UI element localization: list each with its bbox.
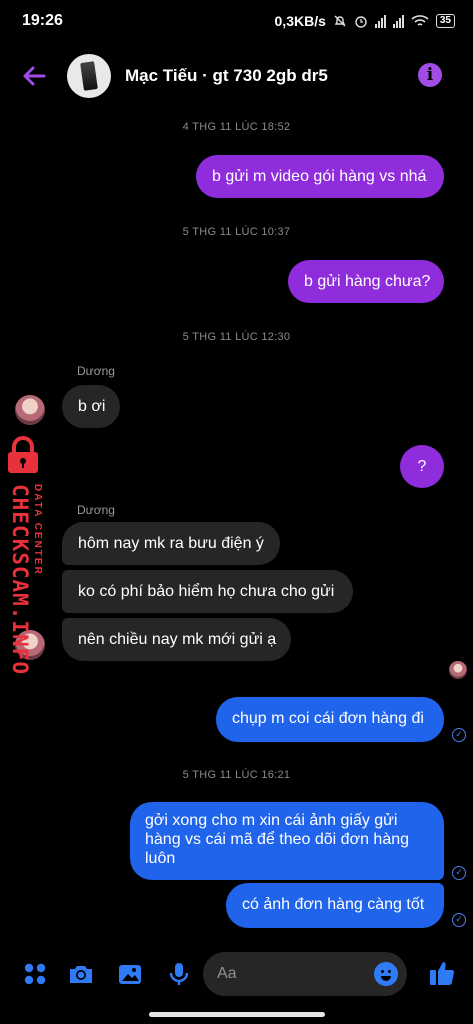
message-line: luôn <box>145 850 176 867</box>
incoming-message[interactable]: b ơi <box>62 385 120 428</box>
image-icon[interactable] <box>116 960 144 988</box>
sender-name: Dương <box>77 364 115 378</box>
timestamp: 5 THG 11 LÚC 12:30 <box>182 331 291 343</box>
timestamp: 5 THG 11 LÚC 10:37 <box>182 226 291 238</box>
contact-avatar[interactable] <box>67 54 111 98</box>
like-thumb-icon[interactable] <box>427 958 457 988</box>
message-input-placeholder: Aa <box>217 965 237 982</box>
watermark: CHECKSCAM.INFO DATA CENTER <box>2 436 52 675</box>
composer-bar: Aa <box>0 950 473 998</box>
timestamp: 4 THG 11 LÚC 18:52 <box>182 121 291 133</box>
watermark-sub: DATA CENTER <box>32 484 43 576</box>
outgoing-message[interactable]: b gửi hàng chưa? <box>288 260 444 303</box>
conversation-title[interactable]: Mạc Tiếu · gt 730 2gb dr5 <box>125 66 328 86</box>
timestamp: 5 THG 11 LÚC 16:21 <box>182 769 291 781</box>
outgoing-message[interactable]: chụp m coi cái đơn hàng đi <box>216 697 444 742</box>
seen-check-icon: ✓ <box>452 866 466 880</box>
outgoing-message[interactable]: b gửi m video gói hàng vs nhá <box>196 155 444 198</box>
network-speed: 0,3KB/s <box>274 13 326 29</box>
alarm-icon <box>355 16 367 28</box>
message-input[interactable]: Aa <box>203 952 407 996</box>
outgoing-message[interactable]: gởi xong cho m xin cái ảnh giấy gửi hàng… <box>130 802 444 880</box>
microphone-icon[interactable] <box>165 960 193 988</box>
incoming-message[interactable]: ko có phí bảo hiểm họ chưa cho gửi <box>62 570 353 613</box>
sender-name: Dương <box>77 503 115 517</box>
watermark-main: CHECKSCAM.INFO <box>8 484 32 676</box>
outgoing-message[interactable]: ? <box>400 445 444 488</box>
battery-icon: 35 <box>435 14 455 28</box>
message-line: hàng vs cái mã để theo dõi đơn hàng <box>145 831 410 848</box>
emoji-icon[interactable] <box>374 962 398 986</box>
seen-check-icon: ✓ <box>452 728 466 742</box>
menu-dots-icon[interactable] <box>21 960 49 988</box>
wifi-icon <box>411 15 429 26</box>
lock-icon <box>8 436 38 473</box>
incoming-message[interactable]: hôm nay mk ra bưu điện ý <box>62 522 280 565</box>
info-icon[interactable]: i <box>418 63 442 87</box>
message-line: gởi xong cho m xin cái ảnh giấy gửi <box>145 812 398 829</box>
mute-bell-icon <box>334 15 346 27</box>
signal-icon-2 <box>392 14 404 28</box>
conversation-header: Mạc Tiếu · gt 730 2gb dr5 i <box>0 48 473 104</box>
outgoing-message[interactable]: có ảnh đơn hàng càng tốt <box>226 883 444 928</box>
status-indicators: 0,3KB/s 35 <box>275 13 455 29</box>
sender-avatar[interactable] <box>15 395 45 425</box>
status-bar: 19:26 0,3KB/s 35 <box>0 0 473 42</box>
camera-icon[interactable] <box>67 960 95 988</box>
home-indicator <box>149 1012 325 1017</box>
signal-icon <box>374 14 386 28</box>
back-arrow-icon[interactable] <box>20 62 48 90</box>
seen-avatar <box>449 661 467 679</box>
seen-check-icon: ✓ <box>452 913 466 927</box>
incoming-message[interactable]: nên chiều nay mk mới gửi ạ <box>62 618 291 661</box>
status-time: 19:26 <box>22 12 63 29</box>
